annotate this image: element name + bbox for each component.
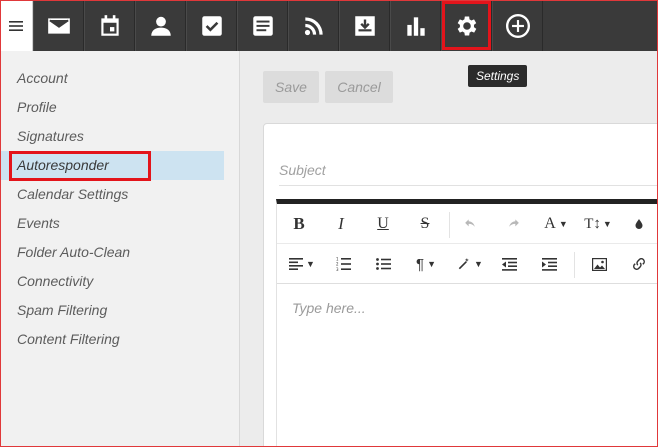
- nav-settings[interactable]: [441, 0, 492, 51]
- align-left-icon: [289, 258, 304, 270]
- nav-mail[interactable]: [33, 0, 84, 51]
- settings-tooltip: Settings: [468, 65, 528, 87]
- tasks-icon: [201, 15, 222, 36]
- nav-contacts[interactable]: [135, 0, 186, 51]
- autoresponder-card: Subject B I U S A ▼ T↕ ▼ ▼ 1 2 3 ¶ ▼ ▼ T…: [263, 123, 658, 447]
- strikethrough-button[interactable]: S: [415, 204, 435, 244]
- sidebar-item-profile[interactable]: Profile: [0, 93, 224, 122]
- indent-icon: [541, 257, 557, 271]
- gear-icon: [457, 15, 476, 36]
- magic-wand-icon: [458, 258, 469, 270]
- nav-download[interactable]: [339, 0, 390, 51]
- caret-down-icon: ▼: [474, 259, 483, 269]
- download-icon: [354, 15, 375, 36]
- notes-icon: [252, 15, 273, 36]
- caret-down-icon: ▼: [427, 259, 436, 269]
- paragraph-icon: ¶: [416, 255, 425, 273]
- sidebar-item-connectivity[interactable]: Connectivity: [0, 267, 224, 296]
- insert-link-button[interactable]: [629, 244, 649, 284]
- text-size-button[interactable]: T↕ ▼: [583, 204, 613, 244]
- toolbar-separator: [574, 252, 575, 278]
- droplet-icon: [635, 219, 643, 229]
- align-button[interactable]: ▼: [287, 244, 317, 284]
- cancel-button[interactable]: Cancel: [325, 71, 393, 103]
- hamburger-icon: [9, 20, 23, 31]
- caret-down-icon: ▼: [602, 219, 612, 229]
- main-panel: Save Cancel Subject B I U S A ▼ T↕ ▼ ▼ 1…: [241, 51, 658, 447]
- redo-icon: [509, 219, 519, 227]
- chart-icon: [406, 16, 425, 36]
- caret-down-icon: ▼: [558, 219, 568, 229]
- redo-button[interactable]: [503, 204, 523, 244]
- nav-reports[interactable]: [390, 0, 441, 51]
- font-color-label: A: [544, 215, 556, 232]
- text-size-label: T↕: [584, 215, 601, 232]
- rich-text-editor: B I U S A ▼ T↕ ▼ ▼ 1 2 3 ¶ ▼ ▼ Type here…: [276, 199, 658, 447]
- sidebar-item-folder-auto-clean[interactable]: Folder Auto-Clean: [0, 238, 224, 267]
- contacts-icon: [150, 16, 171, 36]
- italic-button[interactable]: I: [331, 204, 351, 244]
- link-icon: [633, 258, 645, 270]
- subject-input[interactable]: Subject: [279, 154, 658, 186]
- selection-highlight: [9, 151, 151, 181]
- nav-rss[interactable]: [288, 0, 339, 51]
- nav-notes[interactable]: [237, 0, 288, 51]
- underline-button[interactable]: U: [373, 204, 393, 244]
- sidebar-item-calendar-settings[interactable]: Calendar Settings: [0, 180, 224, 209]
- add-circle-icon: [505, 13, 530, 38]
- highlight-button[interactable]: [629, 204, 649, 244]
- bullet-list-icon: [375, 258, 391, 270]
- bold-button[interactable]: B: [289, 204, 309, 244]
- sidebar-item-autoresponder[interactable]: Autoresponder: [0, 151, 224, 181]
- sidebar-item-content-filtering[interactable]: Content Filtering: [0, 325, 224, 354]
- sidebar-item-account[interactable]: Account: [0, 64, 224, 93]
- outdent-icon: [501, 257, 517, 271]
- menu-button[interactable]: [0, 0, 33, 51]
- insert-image-button[interactable]: [589, 244, 609, 284]
- undo-button[interactable]: [461, 204, 481, 244]
- nav-add[interactable]: [492, 0, 543, 51]
- caret-down-icon: ▼: [306, 259, 315, 269]
- magic-format-button[interactable]: ▼: [455, 244, 485, 284]
- paragraph-button[interactable]: ¶ ▼: [411, 244, 441, 284]
- rss-icon: [304, 16, 323, 35]
- nav-tasks[interactable]: [186, 0, 237, 51]
- sidebar-item-signatures[interactable]: Signatures: [0, 122, 224, 151]
- editor-toolbar-row-2: ▼ 123 ¶ ▼ ▼: [277, 244, 658, 284]
- settings-sidebar: Account Profile Signatures Autoresponder…: [0, 51, 240, 447]
- unordered-list-button[interactable]: [373, 244, 393, 284]
- sidebar-item-events[interactable]: Events: [0, 209, 224, 238]
- font-color-button[interactable]: A ▼: [541, 204, 571, 244]
- save-button[interactable]: Save: [263, 71, 319, 103]
- toolbar-separator: [449, 212, 450, 238]
- ordered-list-button[interactable]: 123: [333, 244, 353, 284]
- indent-button[interactable]: [539, 244, 559, 284]
- image-icon: [591, 257, 607, 271]
- outdent-button[interactable]: [499, 244, 519, 284]
- editor-toolbar-row-1: B I U S A ▼ T↕ ▼: [277, 204, 658, 244]
- ordered-list-icon: 123: [336, 257, 351, 271]
- editor-body[interactable]: Type here...: [292, 300, 366, 316]
- sidebar-item-spam-filtering[interactable]: Spam Filtering: [0, 296, 224, 325]
- mail-icon: [47, 17, 70, 34]
- nav-calendar[interactable]: [84, 0, 135, 51]
- svg-text:3: 3: [336, 267, 339, 271]
- top-nav-bar: [0, 0, 658, 51]
- undo-icon: [465, 219, 475, 227]
- calendar-icon: [100, 14, 119, 36]
